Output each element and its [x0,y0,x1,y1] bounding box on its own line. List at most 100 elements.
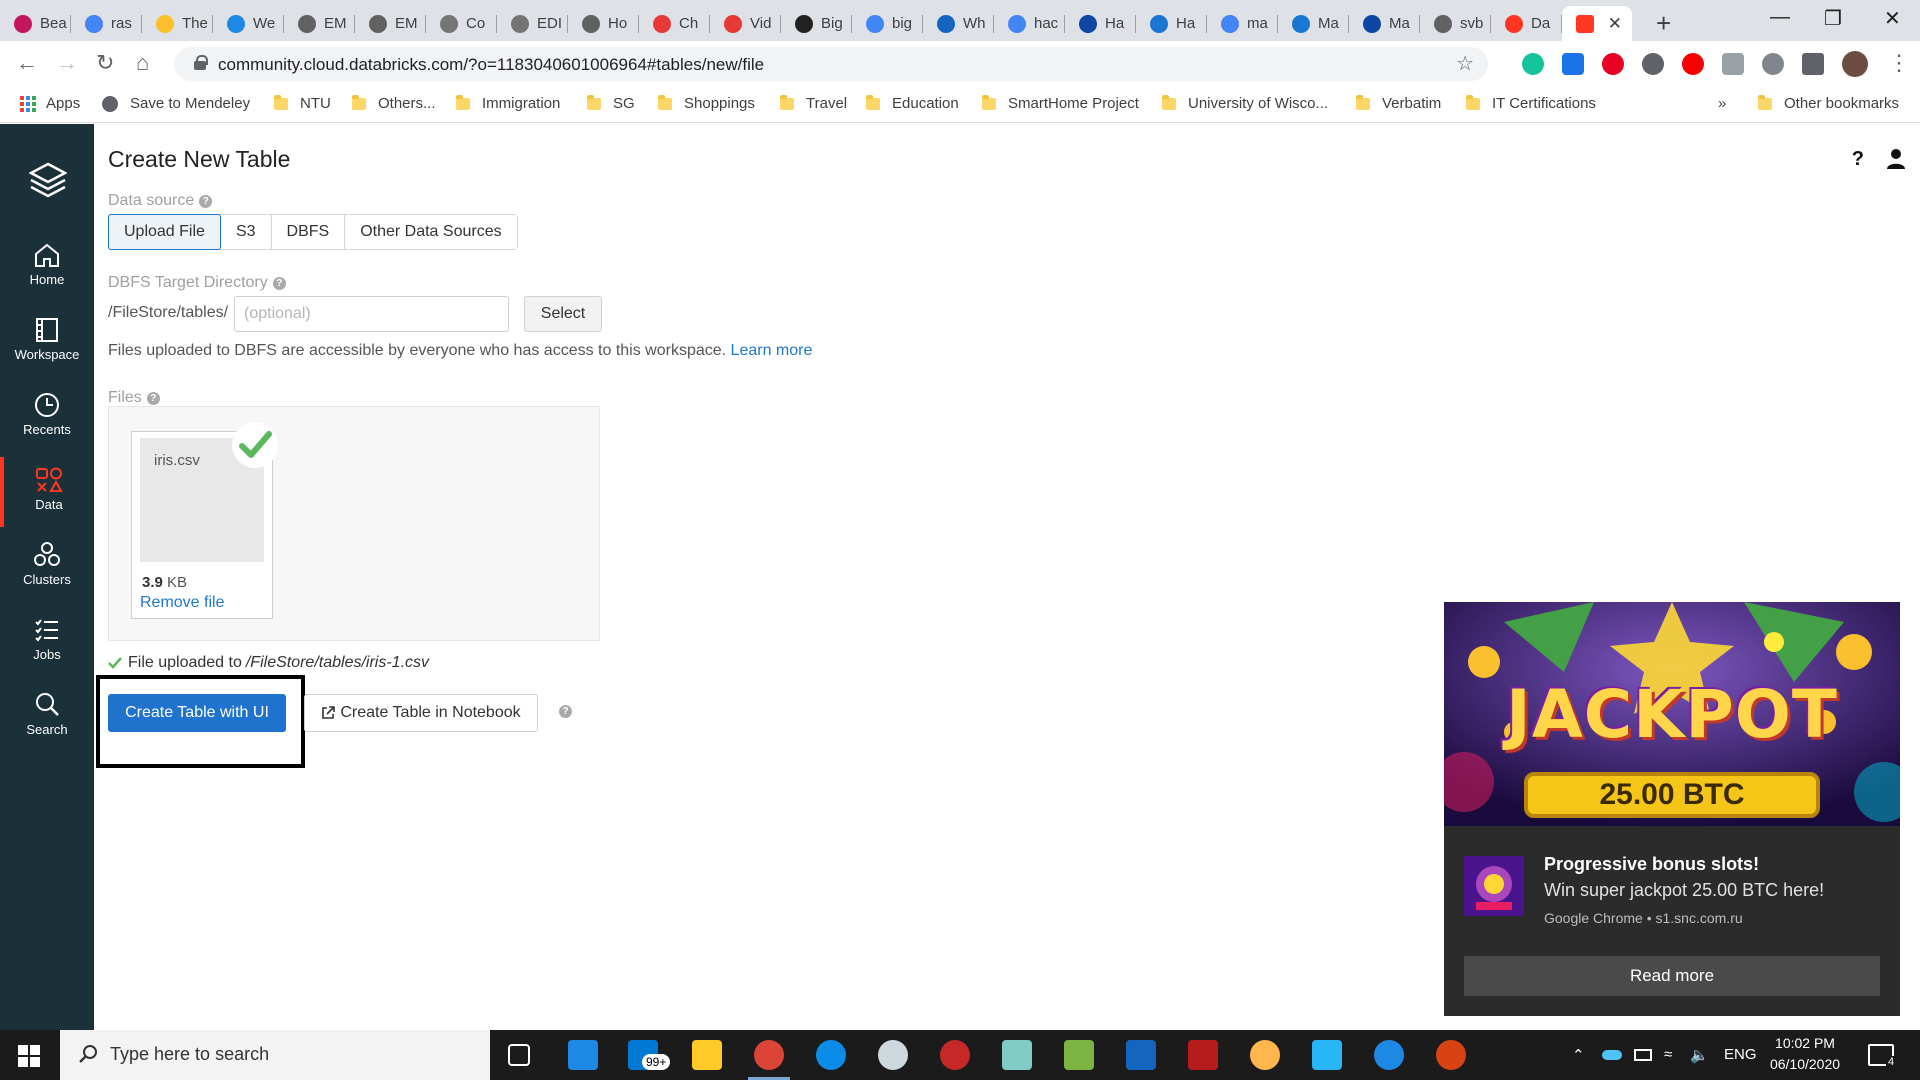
back-arrow-icon[interactable]: ← [16,50,38,76]
browser-tab[interactable]: ras [71,6,142,41]
taskbar-search-box[interactable]: Type here to search [60,1030,490,1080]
remote-desktop-icon[interactable] [1312,1040,1342,1070]
close-tab-icon[interactable]: ✕ [1608,14,1622,34]
bookmark-save-to-mendeley[interactable]: Save to Mendeley [102,95,250,112]
battery-icon[interactable] [1634,1049,1652,1061]
language-indicator[interactable]: ENG [1724,1046,1757,1063]
browser-tab[interactable]: Ma [1278,6,1349,41]
tab-dbfs[interactable]: DBFS [271,215,346,249]
tab-s3[interactable]: S3 [220,215,272,249]
bookmark-folder[interactable]: IT Certifications [1466,94,1596,112]
steam-icon[interactable] [878,1040,908,1070]
bookmark-folder[interactable]: Others... [352,94,436,112]
browser-tab[interactable]: We [213,6,284,41]
sidebar-item-jobs[interactable]: Jobs [0,607,94,677]
browser-tab-active[interactable]: ✕ [1562,6,1632,41]
pinterest-extension-icon[interactable] [1602,53,1624,75]
bookmark-folder[interactable]: NTU [274,94,331,112]
learn-more-link[interactable]: Learn more [731,342,813,359]
word-icon[interactable] [1126,1040,1156,1070]
taskbar-time[interactable]: 10:02 PM [1760,1035,1850,1051]
browser-menu-icon[interactable]: ⋮ [1888,50,1910,76]
volume-icon[interactable]: 🔈 [1690,1046,1709,1064]
bookmark-folder[interactable]: Education [866,94,959,112]
browser-tab[interactable]: Ho [568,6,639,41]
file-drop-zone[interactable]: iris.csv 3.9 KB Remove file [108,406,600,641]
browser-tab[interactable]: Vid [710,6,781,41]
bookmark-folder[interactable]: University of Wisco... [1162,94,1328,112]
home-icon[interactable]: ⌂ [136,50,149,76]
task-view-icon[interactable] [508,1044,530,1066]
create-table-in-notebook-button[interactable]: Create Table in Notebook [304,694,538,732]
show-hidden-icons-chevron-up-icon[interactable]: ⌃ [1572,1046,1585,1064]
forward-arrow-icon[interactable]: → [56,50,78,76]
gear-extension-icon[interactable] [1762,53,1784,75]
microsoft-store-icon[interactable] [568,1040,598,1070]
browser-tab[interactable]: Ma [1349,6,1420,41]
dbfs-directory-input[interactable] [234,296,509,332]
taskbar-date[interactable]: 06/10/2020 [1760,1056,1850,1072]
filezilla-icon[interactable] [1188,1040,1218,1070]
browser-tab[interactable]: EM [355,6,426,41]
bookmark-folder[interactable]: SmartHome Project [982,94,1139,112]
puzzle-extensions-icon[interactable] [1802,53,1824,75]
browser-tab[interactable]: Da [1491,6,1562,41]
address-bar[interactable]: community.cloud.databricks.com/?o=118304… [174,47,1488,81]
bookmark-folder[interactable]: Shoppings [658,94,755,112]
bookmark-folder[interactable]: Verbatim [1356,94,1441,112]
read-more-button[interactable]: Read more [1464,956,1880,996]
onedrive-icon[interactable] [1602,1050,1622,1060]
browser-tab[interactable]: Ch [639,6,710,41]
wifi-icon[interactable]: ≈ [1664,1046,1672,1063]
browser-tab[interactable]: Co [426,6,497,41]
select-button[interactable]: Select [524,296,602,332]
remove-file-link[interactable]: Remove file [140,594,224,612]
browser-tab[interactable]: The [142,6,213,41]
adblock-extension-icon[interactable] [1682,53,1704,75]
bookmark-folder[interactable]: Immigration [456,94,560,112]
browser-tab[interactable]: hac [994,6,1065,41]
ad-notification[interactable]: JACKPOT 25.00 BTC Progressive bonus slot… [1444,602,1900,1016]
profile-avatar[interactable] [1842,51,1868,77]
sidebar-item-data[interactable]: Data [0,457,94,527]
paint-icon[interactable] [1250,1040,1280,1070]
tab-upload-file[interactable]: Upload File [108,214,221,250]
browser-tab[interactable]: ma [1207,6,1278,41]
close-window-button[interactable]: ✕ [1884,6,1901,31]
sidebar-item-home[interactable]: Home [0,232,94,302]
bookmarks-overflow-button[interactable]: » [1718,95,1726,112]
grammarly-extension-icon[interactable] [1522,53,1544,75]
tab-other-data-sources[interactable]: Other Data Sources [345,215,517,249]
bookmark-folder[interactable]: Travel [780,94,847,112]
spreadsheet-app-icon[interactable] [1064,1040,1094,1070]
reload-icon[interactable]: ↻ [96,50,114,76]
browser-tab[interactable]: svb [1420,6,1491,41]
notes-app-icon[interactable] [1002,1040,1032,1070]
jackpot-banner-image[interactable]: JACKPOT 25.00 BTC [1444,602,1900,826]
bookmark-other-bookmarks[interactable]: Other bookmarks [1758,94,1899,112]
browser-tab[interactable]: Big [781,6,852,41]
sidebar-item-clusters[interactable]: Clusters [0,532,94,602]
bookmark-folder[interactable]: SG [587,94,635,112]
powerpoint-icon[interactable] [1436,1040,1466,1070]
help-circle-icon[interactable]: ? [199,194,213,208]
help-icon[interactable]: ? [1852,148,1864,171]
databricks-logo-icon[interactable] [29,162,67,202]
sidebar-item-recents[interactable]: Recents [0,382,94,452]
maximize-window-button[interactable]: ❐ [1824,6,1842,31]
browser-tab[interactable]: Ha [1136,6,1207,41]
bookmark-apps[interactable]: Apps [20,95,80,112]
browser-tab[interactable]: Ha [1065,6,1136,41]
help-circle-icon[interactable]: ? [146,391,160,405]
lock-icon[interactable] [194,55,208,70]
create-table-with-ui-button[interactable]: Create Table with UI [108,694,286,732]
security-app-icon[interactable] [940,1040,970,1070]
camera-extension-icon[interactable] [1722,53,1744,75]
help-circle-icon[interactable]: ? [559,705,572,718]
user-icon[interactable] [1886,148,1906,170]
browser-tab[interactable]: big [852,6,923,41]
r-app-icon[interactable] [1374,1040,1404,1070]
translate-extension-icon[interactable] [1562,53,1584,75]
help-circle-icon[interactable]: ? [272,276,286,290]
sidebar-item-search[interactable]: Search [0,682,94,752]
